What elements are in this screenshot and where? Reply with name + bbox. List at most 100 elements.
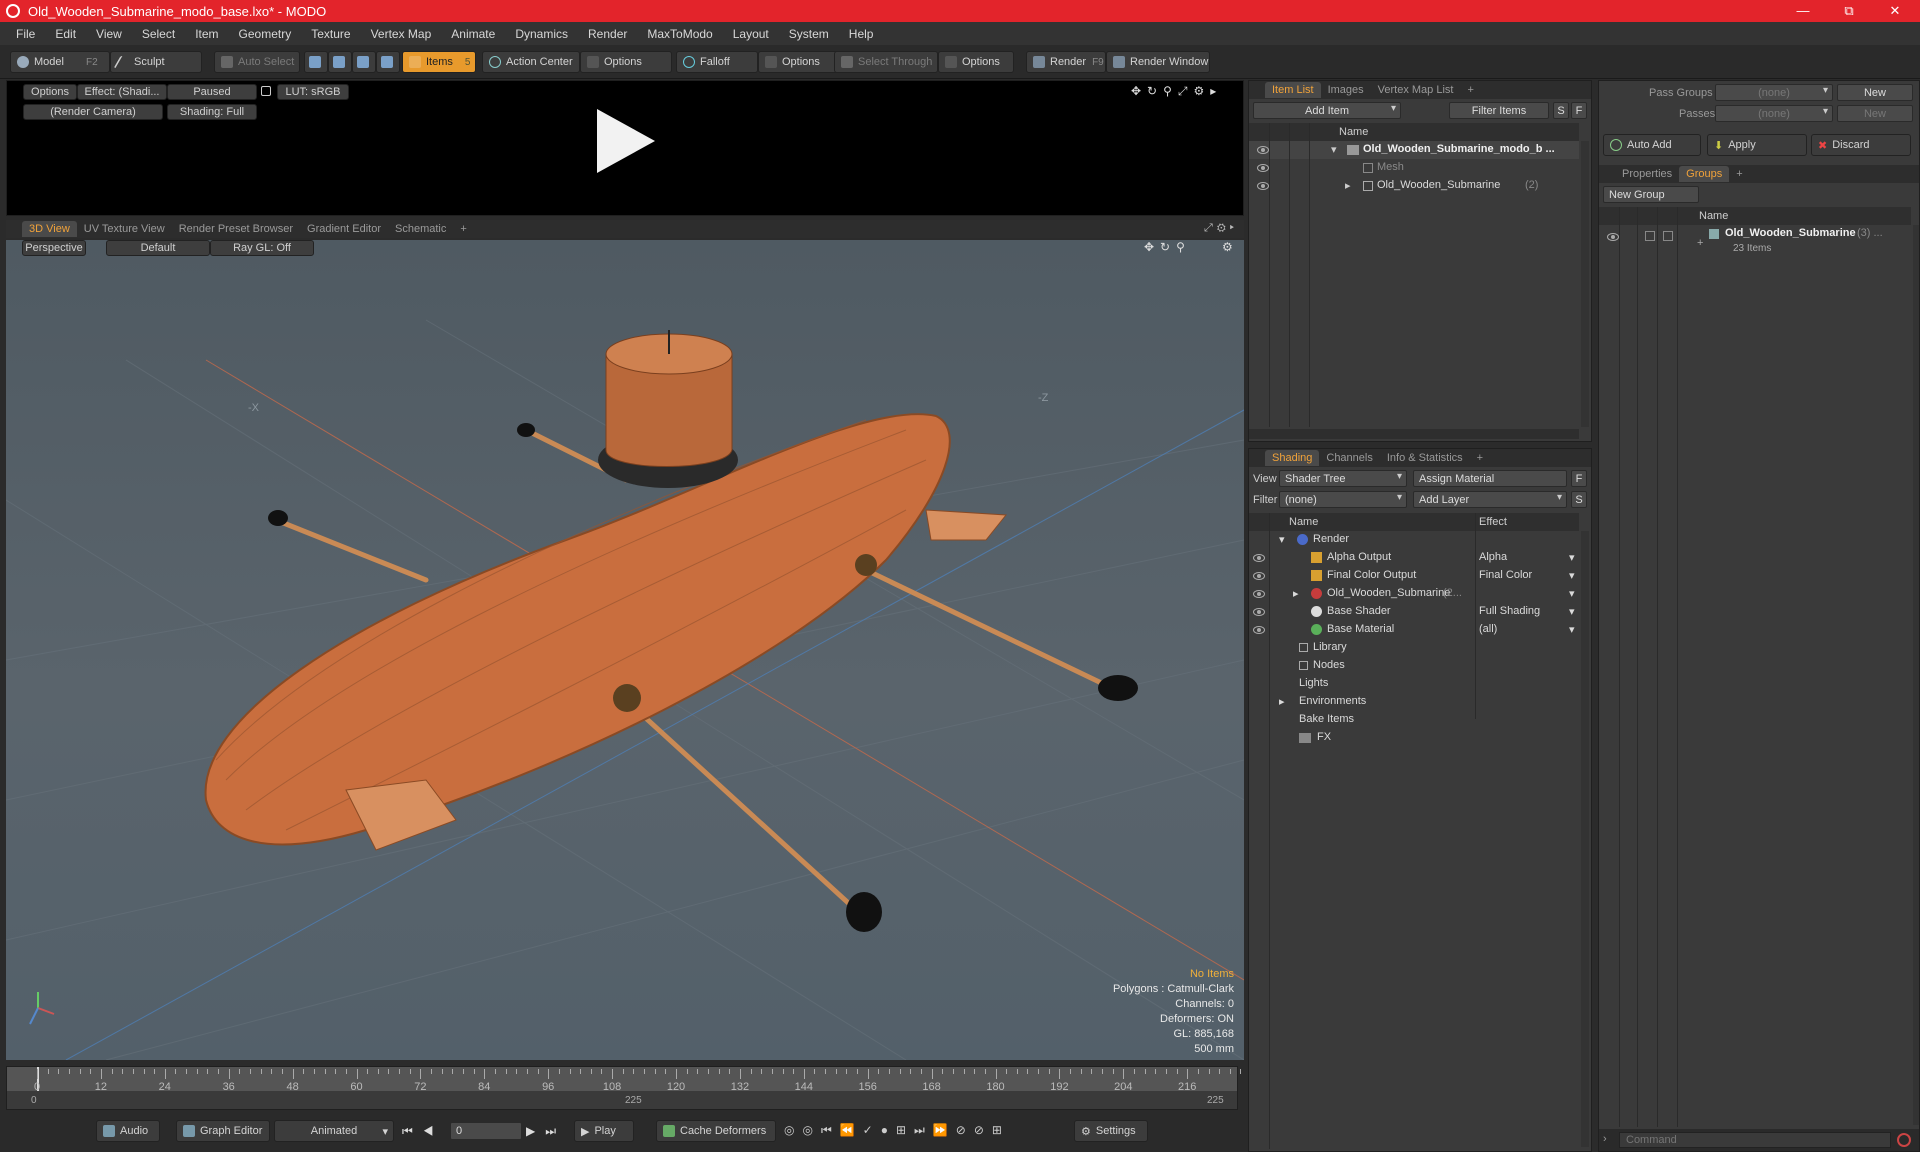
preview-view-controls-icon[interactable]: ✥↻⚲⤢⚙▸: [1131, 84, 1222, 99]
items-mode-button[interactable]: Items 5: [402, 51, 476, 73]
sculpt-mode-button[interactable]: Sculpt: [110, 51, 202, 73]
settings-button[interactable]: ⚙ Settings: [1074, 1120, 1148, 1142]
dropdown-arrow-icon[interactable]: ▾: [1569, 623, 1575, 636]
add-tab-button[interactable]: +: [1729, 166, 1749, 182]
passes-dropdown[interactable]: (none): [1715, 105, 1833, 122]
3d-viewport[interactable]: Perspective Default Ray GL: Off ✥↻⚲ ⚙ -X…: [6, 240, 1244, 1060]
perspective-dropdown[interactable]: Perspective: [22, 240, 86, 256]
auto-select-button[interactable]: Auto Select: [214, 51, 300, 73]
tab-images[interactable]: Images: [1321, 82, 1371, 98]
shader-row-base-material[interactable]: Base Material (all) ▾: [1249, 621, 1579, 639]
tab-channels[interactable]: Channels: [1319, 450, 1379, 466]
tab-info-statistics[interactable]: Info & Statistics: [1380, 450, 1470, 466]
polygons-mode-button[interactable]: [352, 51, 376, 73]
tab-groups[interactable]: Groups: [1679, 166, 1730, 182]
expand-arrow-icon[interactable]: ▾: [1331, 143, 1337, 156]
menu-layout[interactable]: Layout: [723, 27, 779, 41]
maximize-button[interactable]: ⧉: [1826, 0, 1872, 22]
dropdown-arrow-icon[interactable]: ▾: [1569, 551, 1575, 564]
preview-lut-dropdown[interactable]: LUT: sRGB: [277, 84, 349, 100]
add-tab-button[interactable]: +: [453, 221, 473, 237]
select-options-button[interactable]: Options: [938, 51, 1014, 73]
visibility-eye-icon[interactable]: [1257, 182, 1269, 190]
shader-row-material-group[interactable]: ▸ Old_Wooden_Submarine (2... ▾: [1249, 585, 1579, 603]
pass-groups-dropdown[interactable]: (none): [1715, 84, 1833, 101]
shader-effect[interactable]: Final Color: [1479, 569, 1532, 581]
expand-arrow-icon[interactable]: ▸: [1293, 587, 1299, 600]
filter-items-input[interactable]: Filter Items: [1449, 102, 1549, 119]
tab-3d-view[interactable]: 3D View: [22, 221, 77, 237]
render-button[interactable]: Render F9: [1026, 51, 1106, 73]
menu-help[interactable]: Help: [839, 27, 884, 41]
shader-effect[interactable]: Full Shading: [1479, 605, 1540, 617]
shader-effect[interactable]: Alpha: [1479, 551, 1507, 563]
menu-view[interactable]: View: [86, 27, 132, 41]
item-row-mesh[interactable]: Mesh: [1249, 159, 1579, 177]
expand-plus-icon[interactable]: +: [1697, 237, 1703, 249]
visibility-eye-icon[interactable]: [1253, 626, 1265, 634]
item-row-scene[interactable]: ▾ Old_Wooden_Submarine_modo_b ...: [1249, 141, 1579, 159]
tab-schematic[interactable]: Schematic: [388, 221, 453, 237]
action-center-options-button[interactable]: Options: [580, 51, 672, 73]
preview-paused-toggle[interactable]: Paused: [167, 84, 257, 100]
menu-file[interactable]: File: [6, 27, 45, 41]
group-row[interactable]: + Old_Wooden_Submarine (3) ... 23 Items: [1599, 225, 1911, 259]
visibility-eye-icon[interactable]: [1257, 164, 1269, 172]
tab-properties[interactable]: Properties: [1615, 166, 1679, 182]
dropdown-arrow-icon[interactable]: ▾: [1569, 569, 1575, 582]
shading-filter-dropdown[interactable]: (none): [1279, 491, 1407, 508]
select-through-button[interactable]: Select Through: [834, 51, 938, 73]
expand-arrow-icon[interactable]: ▸: [1345, 179, 1351, 192]
tab-item-list[interactable]: Item List: [1265, 82, 1321, 98]
item-list-f-button[interactable]: F: [1571, 102, 1587, 119]
add-tab-button[interactable]: +: [1460, 82, 1480, 98]
menu-animate[interactable]: Animate: [441, 27, 505, 41]
menu-texture[interactable]: Texture: [301, 27, 360, 41]
close-button[interactable]: ✕: [1872, 0, 1918, 22]
shader-row-base-shader[interactable]: Base Shader Full Shading ▾: [1249, 603, 1579, 621]
tab-shading[interactable]: Shading: [1265, 450, 1320, 466]
shader-row-environments[interactable]: ▸ Environments: [1249, 693, 1579, 711]
view-panel-controls-icon[interactable]: ⤢⚙▸: [1204, 222, 1238, 235]
shader-row-fx[interactable]: FX: [1249, 729, 1579, 747]
select-toggle-icon[interactable]: [1663, 231, 1673, 241]
edges-mode-button[interactable]: [328, 51, 352, 73]
lock-icon[interactable]: [261, 86, 271, 96]
add-layer-dropdown[interactable]: Add Layer: [1413, 491, 1567, 508]
visibility-eye-icon[interactable]: [1607, 233, 1619, 241]
menu-vertex-map[interactable]: Vertex Map: [361, 27, 442, 41]
menu-select[interactable]: Select: [132, 27, 185, 41]
shader-row-nodes[interactable]: Nodes: [1249, 657, 1579, 675]
materials-mode-button[interactable]: [376, 51, 400, 73]
shader-row-lights[interactable]: Lights: [1249, 675, 1579, 693]
new-pass-button[interactable]: New: [1837, 105, 1913, 122]
viewport-nav-controls-icon[interactable]: ✥↻⚲: [1144, 240, 1191, 254]
menu-geometry[interactable]: Geometry: [229, 27, 302, 41]
shader-view-dropdown[interactable]: Shader Tree: [1279, 470, 1407, 487]
preview-camera-dropdown[interactable]: (Render Camera): [23, 104, 163, 120]
visibility-eye-icon[interactable]: [1253, 608, 1265, 616]
vertices-mode-button[interactable]: [304, 51, 328, 73]
shader-row-render[interactable]: ▾ Render: [1249, 531, 1579, 549]
shader-row-library[interactable]: Library: [1249, 639, 1579, 657]
tab-vertex-map-list[interactable]: Vertex Map List: [1371, 82, 1461, 98]
graph-editor-button[interactable]: Graph Editor: [176, 1120, 270, 1142]
transport-skip-back-icon[interactable]: ⏮◀: [402, 1124, 444, 1139]
frame-input[interactable]: 0: [450, 1122, 522, 1140]
shader-row-final-color-output[interactable]: Final Color Output Final Color ▾: [1249, 567, 1579, 585]
new-pass-group-button[interactable]: New: [1837, 84, 1913, 101]
expand-arrow-icon[interactable]: ▸: [1279, 695, 1285, 708]
assign-material-button[interactable]: Assign Material: [1413, 470, 1567, 487]
preview-effect-dropdown[interactable]: Effect: (Shadi...: [77, 84, 167, 100]
shading-style-dropdown[interactable]: Default: [106, 240, 210, 256]
tab-gradient-editor[interactable]: Gradient Editor: [300, 221, 388, 237]
visibility-eye-icon[interactable]: [1253, 554, 1265, 562]
tab-uv-texture-view[interactable]: UV Texture View: [77, 221, 172, 237]
menu-maxtomodo[interactable]: MaxToModo: [637, 27, 722, 41]
expand-arrow-icon[interactable]: ▾: [1279, 533, 1285, 546]
model-mode-button[interactable]: Model F2: [10, 51, 110, 73]
new-group-button[interactable]: New Group: [1603, 186, 1699, 203]
cache-deformers-button[interactable]: Cache Deformers: [656, 1120, 776, 1142]
visibility-eye-icon[interactable]: [1253, 590, 1265, 598]
menu-system[interactable]: System: [779, 27, 839, 41]
